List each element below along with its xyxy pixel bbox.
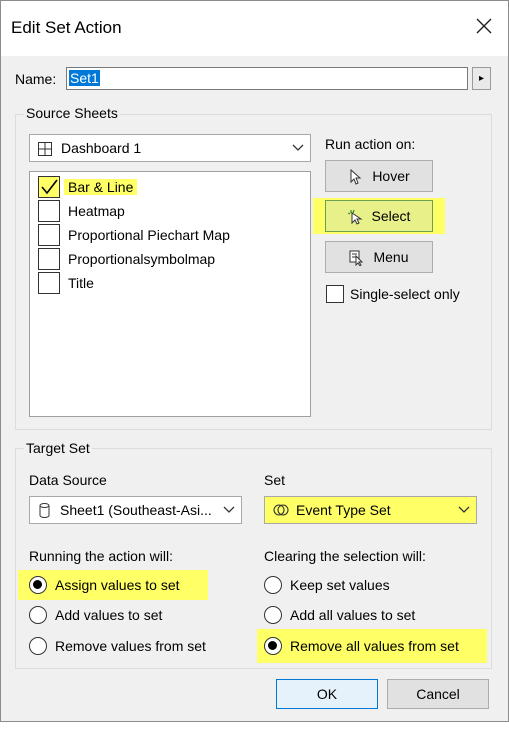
remove-all-values-label: Remove all values from set [290,638,459,654]
target-set-label: Target Set [24,440,92,456]
chevron-down-icon [458,506,470,513]
single-select-label: Single-select only [350,286,460,302]
data-source-label: Data Source [29,472,107,488]
sheet-label-heatmap: Heatmap [68,203,125,219]
checkbox-proportional-piechart-map[interactable] [38,224,60,246]
radio-remove-all-values[interactable] [264,637,282,655]
select-label: Select [371,208,411,224]
menu-label: Menu [373,249,409,265]
set-dropdown[interactable]: Event Type Set [264,496,477,524]
name-label: Name: [15,71,57,87]
cancel-button[interactable]: Cancel [387,679,489,709]
dashboard-dropdown[interactable]: Dashboard 1 [29,134,311,162]
add-values-label: Add values to set [55,607,163,623]
source-sheets-label: Source Sheets [24,105,120,121]
ok-button[interactable]: OK [276,679,378,709]
chevron-down-icon [292,144,304,151]
checkmark-icon [41,179,58,195]
data-source-dropdown[interactable]: Sheet1 (Southeast-Asi... [29,496,242,524]
checkbox-proportionalsymbolmap[interactable] [38,248,60,270]
sheet-label-title: Title [68,275,94,291]
add-all-values-label: Add all values to set [290,607,416,623]
keep-set-values-label: Keep set values [290,577,390,593]
data-source-value: Sheet1 (Southeast-Asi... [60,502,212,518]
chevron-down-icon [223,506,235,513]
checkbox-title[interactable] [38,272,60,294]
radio-assign-values[interactable] [29,576,47,594]
set-label: Set [264,472,286,488]
title-bar: Edit Set Action [1,1,508,56]
radio-keep-set-values[interactable] [264,576,282,594]
pointer-icon [350,169,362,185]
name-input[interactable]: Set1 [66,67,468,90]
hover-label: Hover [372,168,410,184]
radio-remove-values[interactable] [29,637,47,655]
menu-pointer-icon [349,250,364,267]
click-pointer-icon [347,210,363,225]
radio-add-all-values[interactable] [264,606,282,624]
remove-values-label: Remove values from set [55,638,206,654]
run-action-label: Run action on: [325,136,416,152]
select-button[interactable]: Select [325,200,433,232]
single-select-checkbox[interactable] [326,285,344,303]
sheet-label-bar-line: Bar & Line [64,179,138,195]
menu-button[interactable]: Menu [325,241,433,273]
assign-values-label: Assign values to set [55,577,180,593]
edit-set-action-dialog: Edit Set Action Name: Set1 ▸ Source Shee… [0,0,509,722]
checkbox-heatmap[interactable] [38,200,60,222]
set-icon [273,504,289,516]
dashboard-value: Dashboard 1 [61,140,142,156]
hover-button[interactable]: Hover [325,160,433,192]
name-input-value: Set1 [69,70,100,86]
set-value: Event Type Set [296,502,391,518]
name-insert-button[interactable]: ▸ [472,67,491,90]
window-title: Edit Set Action [11,18,122,37]
radio-add-values[interactable] [29,606,47,624]
sheet-label-proportional-piechart-map: Proportional Piechart Map [68,227,230,243]
close-icon[interactable] [469,11,499,41]
checkbox-bar-line[interactable] [38,176,60,198]
database-icon [39,503,50,518]
sheets-list: Bar & Line Heatmap Proportional Piechart… [29,171,311,417]
sheet-label-proportionalsymbolmap: Proportionalsymbolmap [68,251,216,267]
running-action-label: Running the action will: [29,548,173,564]
dashboard-icon [38,142,52,156]
clearing-selection-label: Clearing the selection will: [264,548,426,564]
